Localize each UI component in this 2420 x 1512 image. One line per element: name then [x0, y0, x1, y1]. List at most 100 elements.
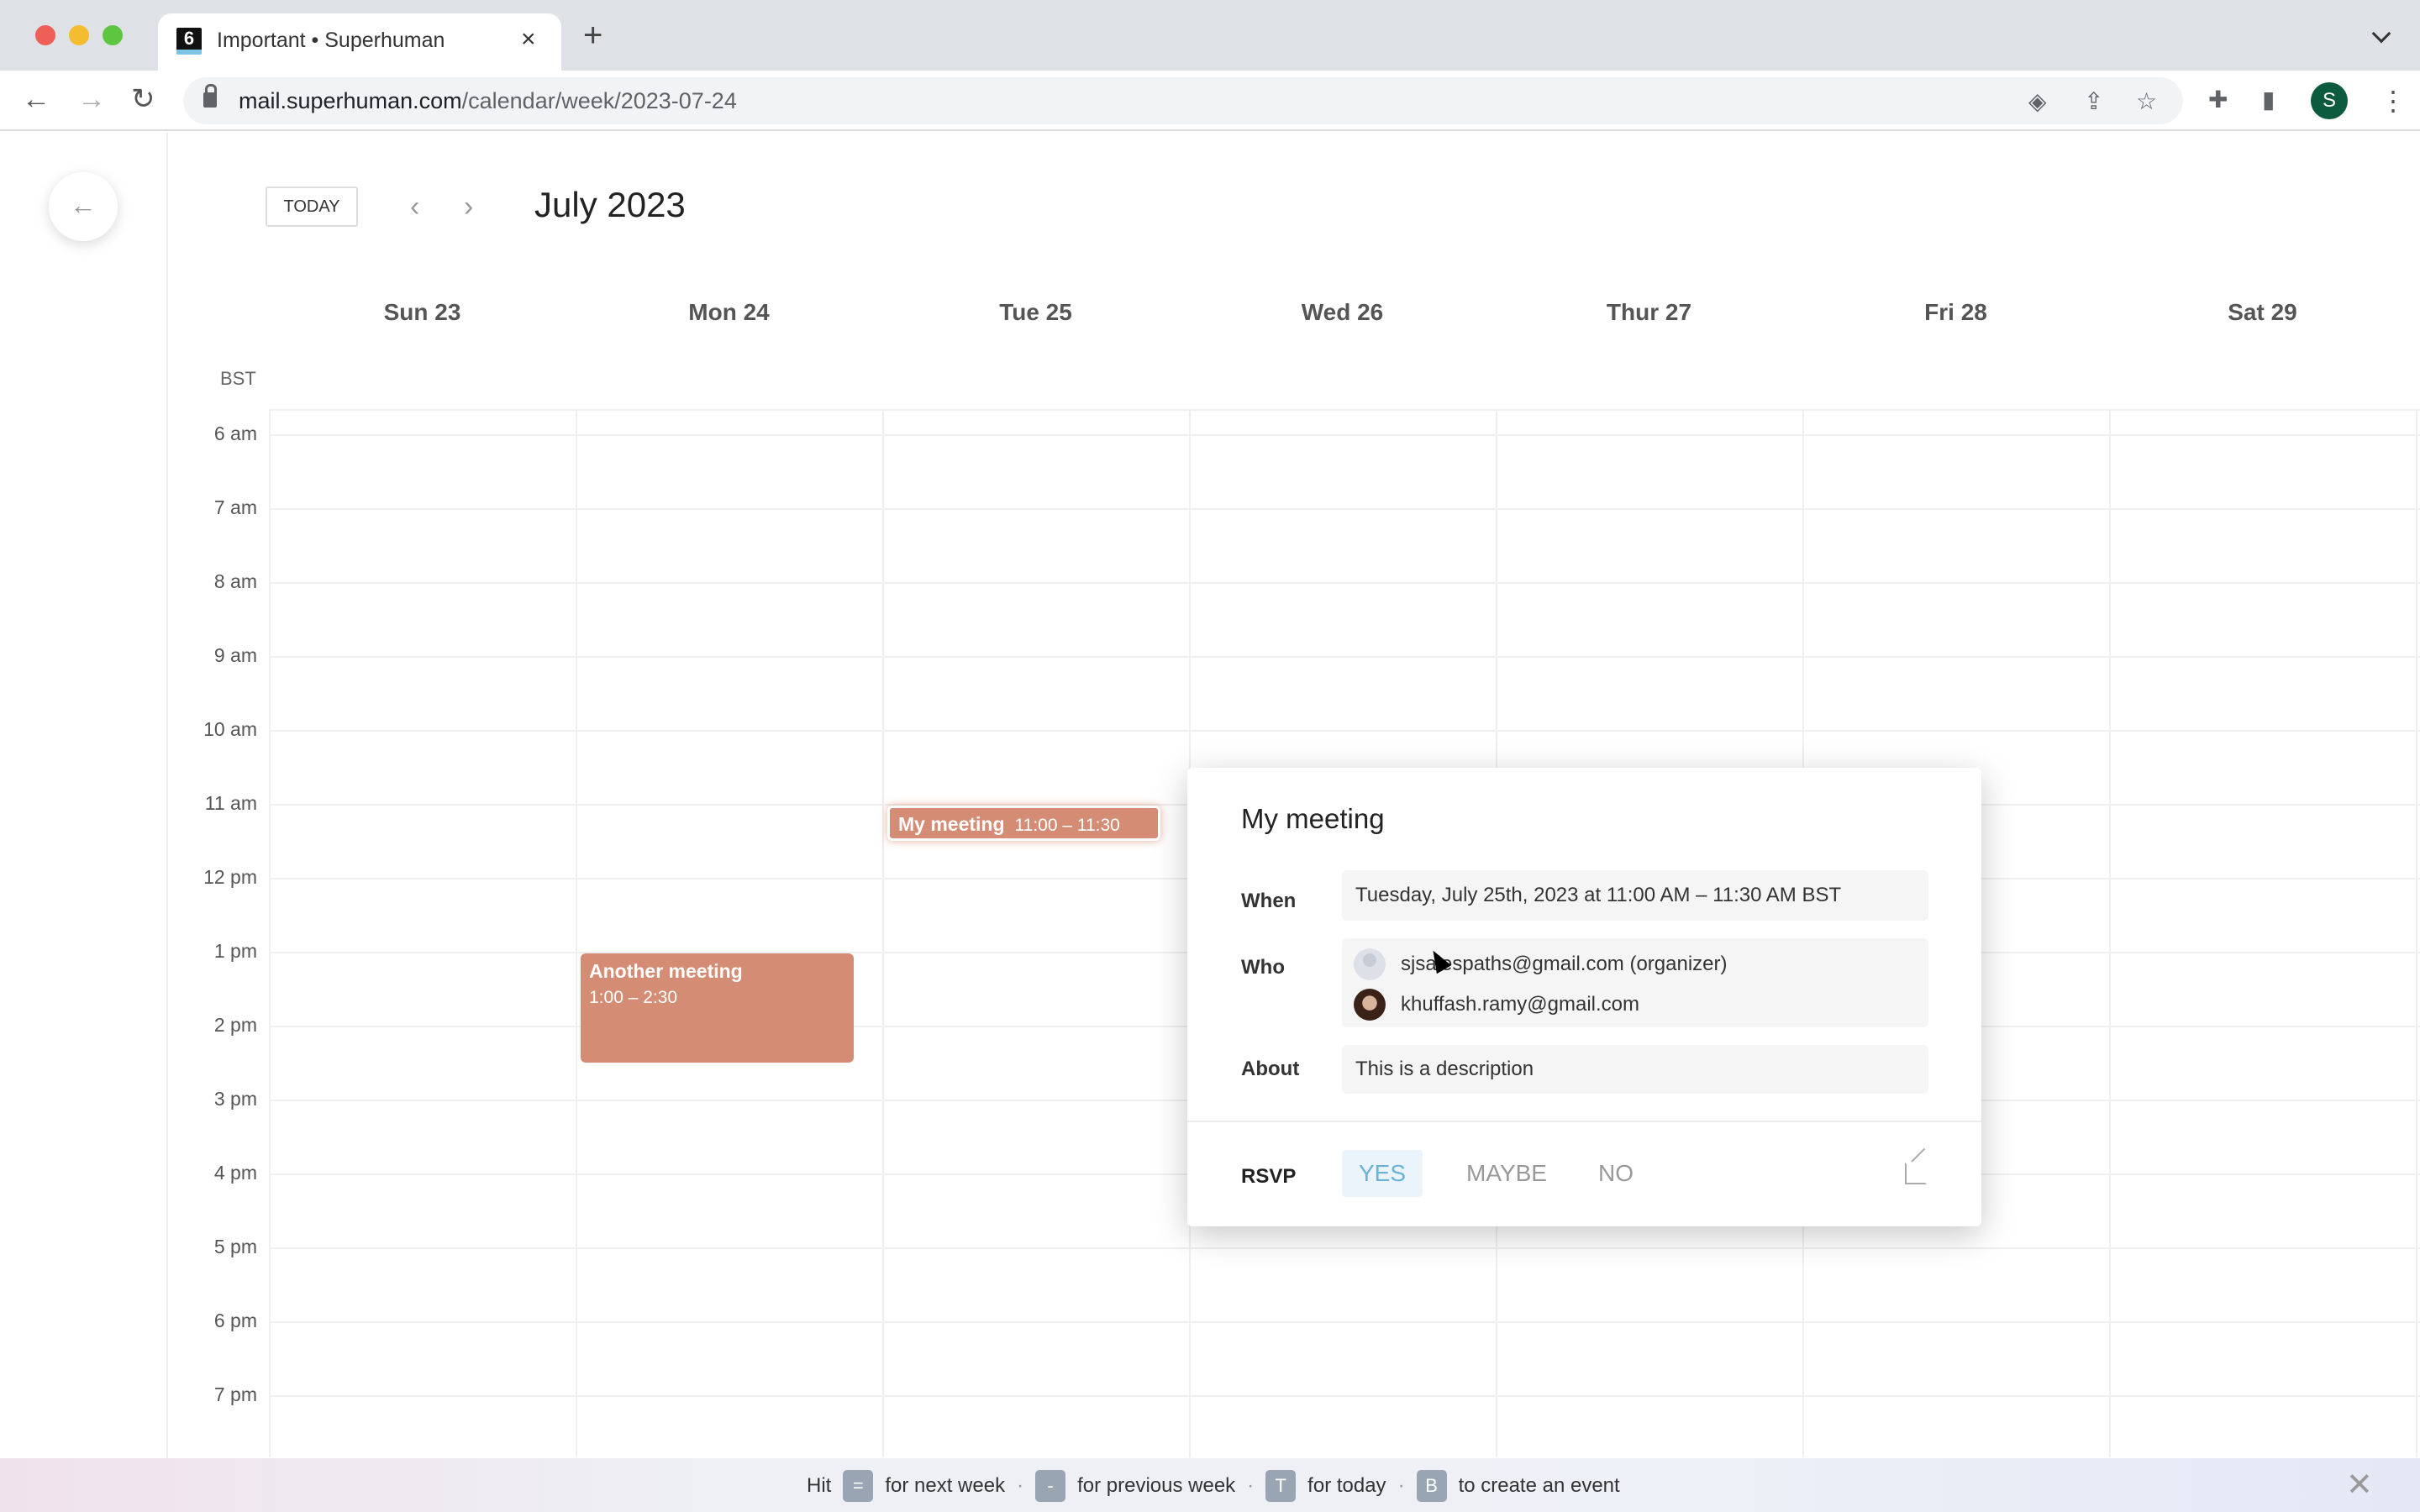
- hint-text: for next week: [885, 1474, 1006, 1497]
- today-button[interactable]: TODAY: [266, 186, 358, 227]
- hour-label: 12 pm: [203, 866, 257, 888]
- day-header[interactable]: Sun 23: [269, 299, 576, 326]
- day-header[interactable]: Mon 24: [576, 299, 882, 326]
- when-value: Tuesday, July 25th, 2023 at 11:00 AM – 1…: [1355, 884, 1842, 906]
- hint-text: to create an event: [1458, 1474, 1620, 1497]
- extensions-puzzle-icon[interactable]: ✚: [2208, 86, 2228, 113]
- window-zoom-button[interactable]: [103, 25, 123, 45]
- hour-label: 3 pm: [213, 1088, 257, 1110]
- browser-forward-arrow-icon[interactable]: →: [77, 82, 106, 116]
- all-day-divider: [269, 409, 2420, 411]
- hour-label: 9 am: [213, 644, 257, 666]
- rsvp-no-button[interactable]: NO: [1591, 1150, 1641, 1197]
- event-time: 11:00 – 11:30: [1014, 816, 1120, 835]
- hour-gridline: [269, 730, 2420, 732]
- event-details-popup: My meeting When Tuesday, July 25th, 2023…: [1187, 768, 1981, 1226]
- hint-key: =: [843, 1470, 874, 1502]
- hour-label: 1 pm: [213, 940, 257, 962]
- rsvp-label: RSVP: [1241, 1165, 1297, 1188]
- event-title: My meeting: [1241, 803, 1385, 834]
- browser-back-arrow-icon[interactable]: ←: [22, 82, 50, 116]
- about-label: About: [1241, 1058, 1300, 1080]
- arrow-left-icon: ←: [70, 190, 97, 220]
- next-week-chevron-right-icon[interactable]: ›: [464, 186, 473, 227]
- browser-menu-kebab-icon[interactable]: ⋮: [2380, 84, 2407, 118]
- hour-label: 7 pm: [213, 1383, 257, 1405]
- hint-key: B: [1416, 1470, 1447, 1502]
- event-time: 1:00 – 2:30: [589, 988, 678, 1007]
- browser-tab-strip: 6 Important • Superhuman × +: [0, 0, 2420, 71]
- hour-gridline: [269, 1395, 2420, 1397]
- address-bar[interactable]: mail.superhuman.com/calendar/week/2023-0…: [183, 77, 2183, 124]
- day-header[interactable]: Thur 27: [1496, 299, 1802, 326]
- who-label: Who: [1241, 956, 1285, 979]
- open-external-icon[interactable]: [1905, 1163, 1927, 1184]
- hour-label: 5 pm: [213, 1236, 257, 1257]
- calendar-event[interactable]: My meeting 11:00 – 11:30: [887, 806, 1160, 841]
- tab-close-icon[interactable]: ×: [521, 25, 536, 54]
- timezone-label: BST: [220, 368, 256, 389]
- hour-label: 2 pm: [213, 1014, 257, 1036]
- day-column-divider: [882, 409, 884, 1457]
- side-panel-icon[interactable]: ▮: [2262, 86, 2275, 113]
- about-value: This is a description: [1355, 1058, 1534, 1080]
- url-host: mail.superhuman.com: [239, 88, 462, 113]
- install-app-icon[interactable]: ◈: [2028, 87, 2047, 115]
- bookmark-star-icon[interactable]: ☆: [2136, 87, 2157, 115]
- hint-row: Hit = for next week · - for previous wee…: [807, 1470, 1620, 1502]
- hour-label: 8 am: [213, 570, 257, 592]
- attendee-photo-avatar: [1354, 989, 1386, 1021]
- day-header[interactable]: Wed 26: [1189, 299, 1496, 326]
- hint-text: for today: [1307, 1474, 1386, 1497]
- hour-label: 7 am: [213, 496, 257, 518]
- hint-text: for previous week: [1077, 1474, 1236, 1497]
- hint-separator: ·: [1247, 1474, 1255, 1497]
- superhuman-favicon-icon: 6: [176, 28, 202, 55]
- hour-gridline: [269, 582, 2420, 584]
- hour-label: 6 am: [213, 423, 257, 444]
- hour-gridline: [269, 1321, 2420, 1323]
- event-title: Another meeting: [589, 960, 743, 982]
- back-to-inbox-button[interactable]: ←: [49, 172, 118, 241]
- close-hint-icon[interactable]: ✕: [2346, 1468, 2373, 1502]
- window-close-button[interactable]: [35, 25, 55, 45]
- profile-avatar[interactable]: S: [2311, 82, 2348, 119]
- day-column-divider: [269, 409, 271, 1457]
- month-title: July 2023: [534, 185, 686, 224]
- tab-title: Important • Superhuman: [217, 29, 445, 52]
- tab-search-chevron-down-icon[interactable]: [2371, 24, 2391, 44]
- url-text[interactable]: mail.superhuman.com/calendar/week/2023-0…: [239, 88, 737, 114]
- keyboard-hint-banner: Hit = for next week · - for previous wee…: [0, 1458, 2420, 1512]
- reload-icon[interactable]: ↻: [131, 82, 155, 116]
- new-tab-plus-icon[interactable]: +: [583, 18, 602, 52]
- hour-gridline: [269, 434, 2420, 436]
- day-column-divider: [2109, 409, 2111, 1457]
- window-minimize-button[interactable]: [69, 25, 89, 45]
- day-header[interactable]: Tue 25: [882, 299, 1189, 326]
- hour-label: 11 am: [204, 792, 257, 814]
- hour-label: 10 am: [203, 718, 257, 740]
- rsvp-maybe-button[interactable]: MAYBE: [1456, 1150, 1557, 1197]
- hint-key: -: [1035, 1470, 1066, 1502]
- attendee-email: khuffash.ramy@gmail.com: [1401, 993, 1640, 1016]
- day-header[interactable]: Fri 28: [1802, 299, 2109, 326]
- share-icon[interactable]: ⇪: [2084, 87, 2103, 115]
- when-label: When: [1241, 890, 1297, 912]
- hint-separator: ·: [1017, 1474, 1024, 1497]
- popup-divider: [1187, 1121, 1981, 1122]
- browser-tab-active[interactable]: 6 Important • Superhuman ×: [158, 13, 561, 71]
- calendar-event[interactable]: Another meeting 1:00 – 2:30: [581, 953, 854, 1063]
- hint-separator: ·: [1397, 1474, 1405, 1497]
- hour-gridline: [269, 656, 2420, 658]
- url-path: /calendar/week/2023-07-24: [461, 88, 737, 113]
- hour-gridline: [269, 508, 2420, 510]
- rsvp-yes-button[interactable]: YES: [1342, 1150, 1423, 1197]
- app-sidebar: [0, 133, 168, 1460]
- previous-week-chevron-left-icon[interactable]: ‹: [410, 186, 419, 227]
- day-header[interactable]: Sat 29: [2109, 299, 2416, 326]
- hour-label: 4 pm: [213, 1162, 257, 1184]
- when-field: Tuesday, July 25th, 2023 at 11:00 AM – 1…: [1342, 870, 1928, 921]
- lock-icon[interactable]: [203, 84, 217, 108]
- hint-prefix: Hit: [807, 1474, 832, 1497]
- event-title: My meeting: [898, 813, 1005, 835]
